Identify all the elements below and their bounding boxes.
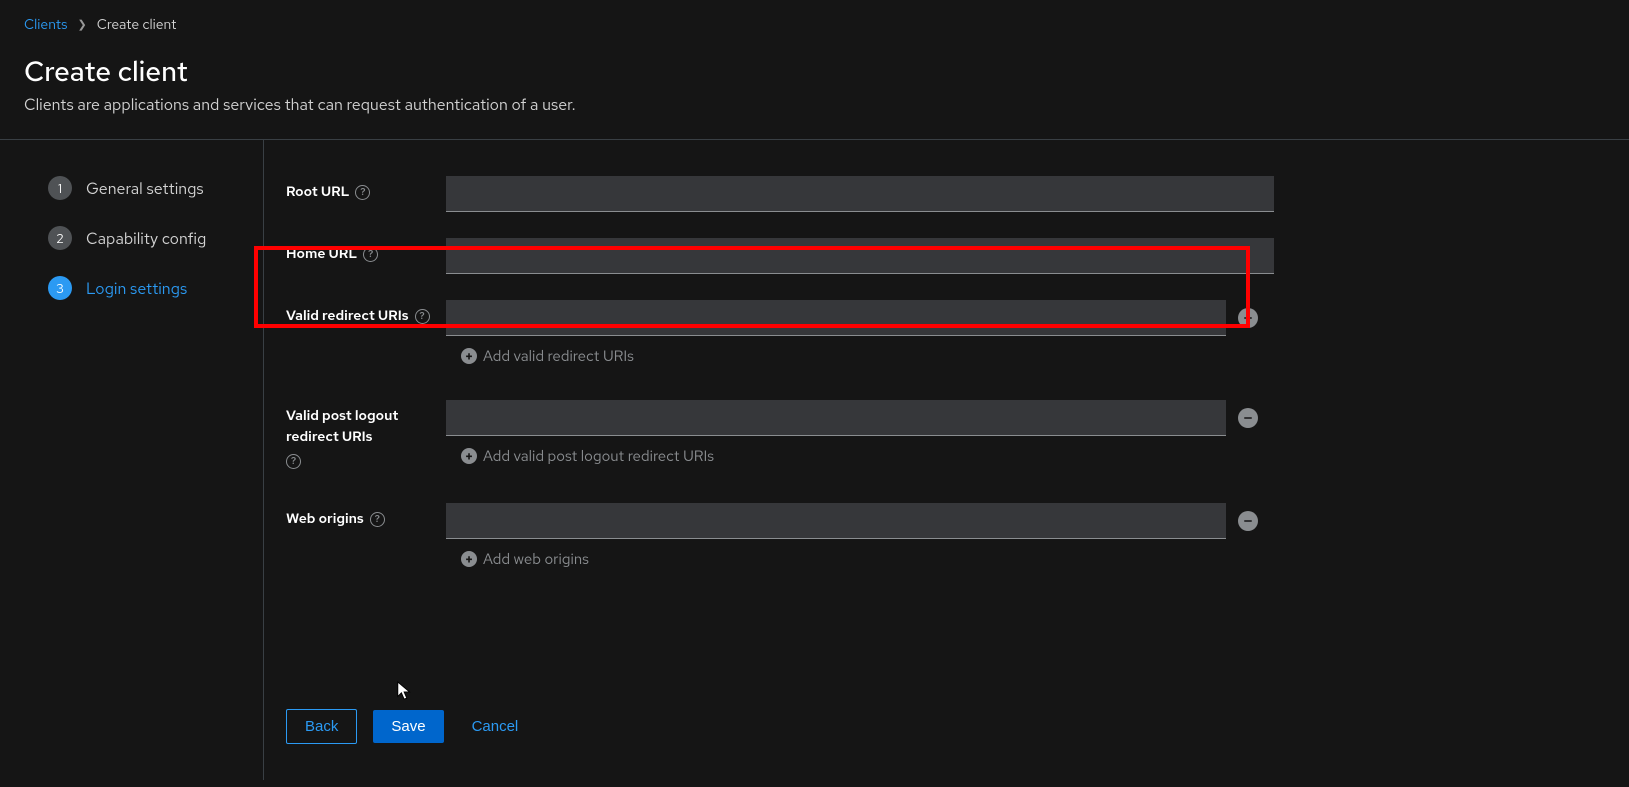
- form-row-valid-redirect-uris: Valid redirect URIs ? + Add valid redire…: [286, 300, 1605, 366]
- step-label: Capability config: [86, 228, 206, 249]
- add-link-label: Add valid redirect URIs: [483, 346, 634, 366]
- root-url-label: Root URL ?: [286, 176, 446, 203]
- breadcrumb-current: Create client: [97, 16, 177, 34]
- web-origins-input[interactable]: [446, 503, 1226, 539]
- plus-circle-icon: +: [461, 448, 477, 464]
- page-title: Create client: [24, 52, 1605, 90]
- step-number: 2: [48, 226, 72, 250]
- valid-post-logout-redirect-uris-label: Valid post logout redirect URIs ?: [286, 400, 446, 469]
- remove-post-logout-uri-button[interactable]: [1238, 408, 1258, 428]
- minus-circle-icon: [1242, 515, 1254, 527]
- add-link-label: Add valid post logout redirect URIs: [483, 446, 714, 466]
- home-url-label: Home URL ?: [286, 238, 446, 265]
- wizard-button-row: Back Save Cancel: [286, 709, 1605, 744]
- form-row-home-url: Home URL ?: [286, 238, 1605, 274]
- step-number: 1: [48, 176, 72, 200]
- add-valid-post-logout-redirect-uris-button[interactable]: + Add valid post logout redirect URIs: [446, 446, 1276, 466]
- back-button[interactable]: Back: [286, 709, 357, 744]
- form-area: Root URL ? Home URL ? Valid redirect URI…: [264, 140, 1605, 780]
- minus-circle-icon: [1242, 312, 1254, 324]
- remove-web-origin-button[interactable]: [1238, 511, 1258, 531]
- web-origins-label: Web origins ?: [286, 503, 446, 530]
- help-icon[interactable]: ?: [355, 185, 370, 200]
- home-url-input[interactable]: [446, 238, 1274, 274]
- help-icon[interactable]: ?: [415, 309, 430, 324]
- content-area: 1 General settings 2 Capability config 3…: [0, 140, 1629, 780]
- step-label: General settings: [86, 178, 204, 199]
- page-header: Create client Clients are applications a…: [0, 46, 1629, 139]
- remove-redirect-uri-button[interactable]: [1238, 308, 1258, 328]
- help-icon[interactable]: ?: [370, 512, 385, 527]
- label-text: Web origins: [286, 509, 364, 530]
- page-subtitle: Clients are applications and services th…: [24, 94, 1605, 115]
- cancel-button[interactable]: Cancel: [460, 710, 531, 743]
- label-text: Root URL: [286, 182, 349, 203]
- add-web-origins-button[interactable]: + Add web origins: [446, 549, 1276, 569]
- valid-redirect-uris-input[interactable]: [446, 300, 1226, 336]
- plus-circle-icon: +: [461, 348, 477, 364]
- cursor-icon: [396, 680, 414, 702]
- wizard-step-login-settings[interactable]: 3 Login settings: [48, 276, 263, 300]
- form-row-valid-post-logout-redirect-uris: Valid post logout redirect URIs ? + Add …: [286, 400, 1605, 469]
- help-icon[interactable]: ?: [363, 247, 378, 262]
- label-text: Valid post logout redirect URIs: [286, 406, 446, 448]
- form-row-web-origins: Web origins ? + Add web origins: [286, 503, 1605, 569]
- plus-circle-icon: +: [461, 551, 477, 567]
- breadcrumb-parent-link[interactable]: Clients: [24, 16, 67, 34]
- label-text: Home URL: [286, 244, 357, 265]
- add-valid-redirect-uris-button[interactable]: + Add valid redirect URIs: [446, 346, 1276, 366]
- wizard-step-capability-config[interactable]: 2 Capability config: [48, 226, 263, 250]
- form-row-root-url: Root URL ?: [286, 176, 1605, 212]
- step-number: 3: [48, 276, 72, 300]
- label-text: Valid redirect URIs: [286, 306, 409, 327]
- add-link-label: Add web origins: [483, 549, 589, 569]
- chevron-right-icon: ❯: [77, 18, 86, 32]
- valid-post-logout-redirect-uris-input[interactable]: [446, 400, 1226, 436]
- wizard-nav: 1 General settings 2 Capability config 3…: [24, 140, 264, 780]
- valid-redirect-uris-label: Valid redirect URIs ?: [286, 300, 446, 327]
- wizard-step-general-settings[interactable]: 1 General settings: [48, 176, 263, 200]
- help-icon[interactable]: ?: [286, 454, 301, 469]
- save-button[interactable]: Save: [373, 710, 443, 743]
- step-label: Login settings: [86, 278, 187, 299]
- breadcrumb: Clients ❯ Create client: [0, 0, 1629, 46]
- minus-circle-icon: [1242, 412, 1254, 424]
- root-url-input[interactable]: [446, 176, 1274, 212]
